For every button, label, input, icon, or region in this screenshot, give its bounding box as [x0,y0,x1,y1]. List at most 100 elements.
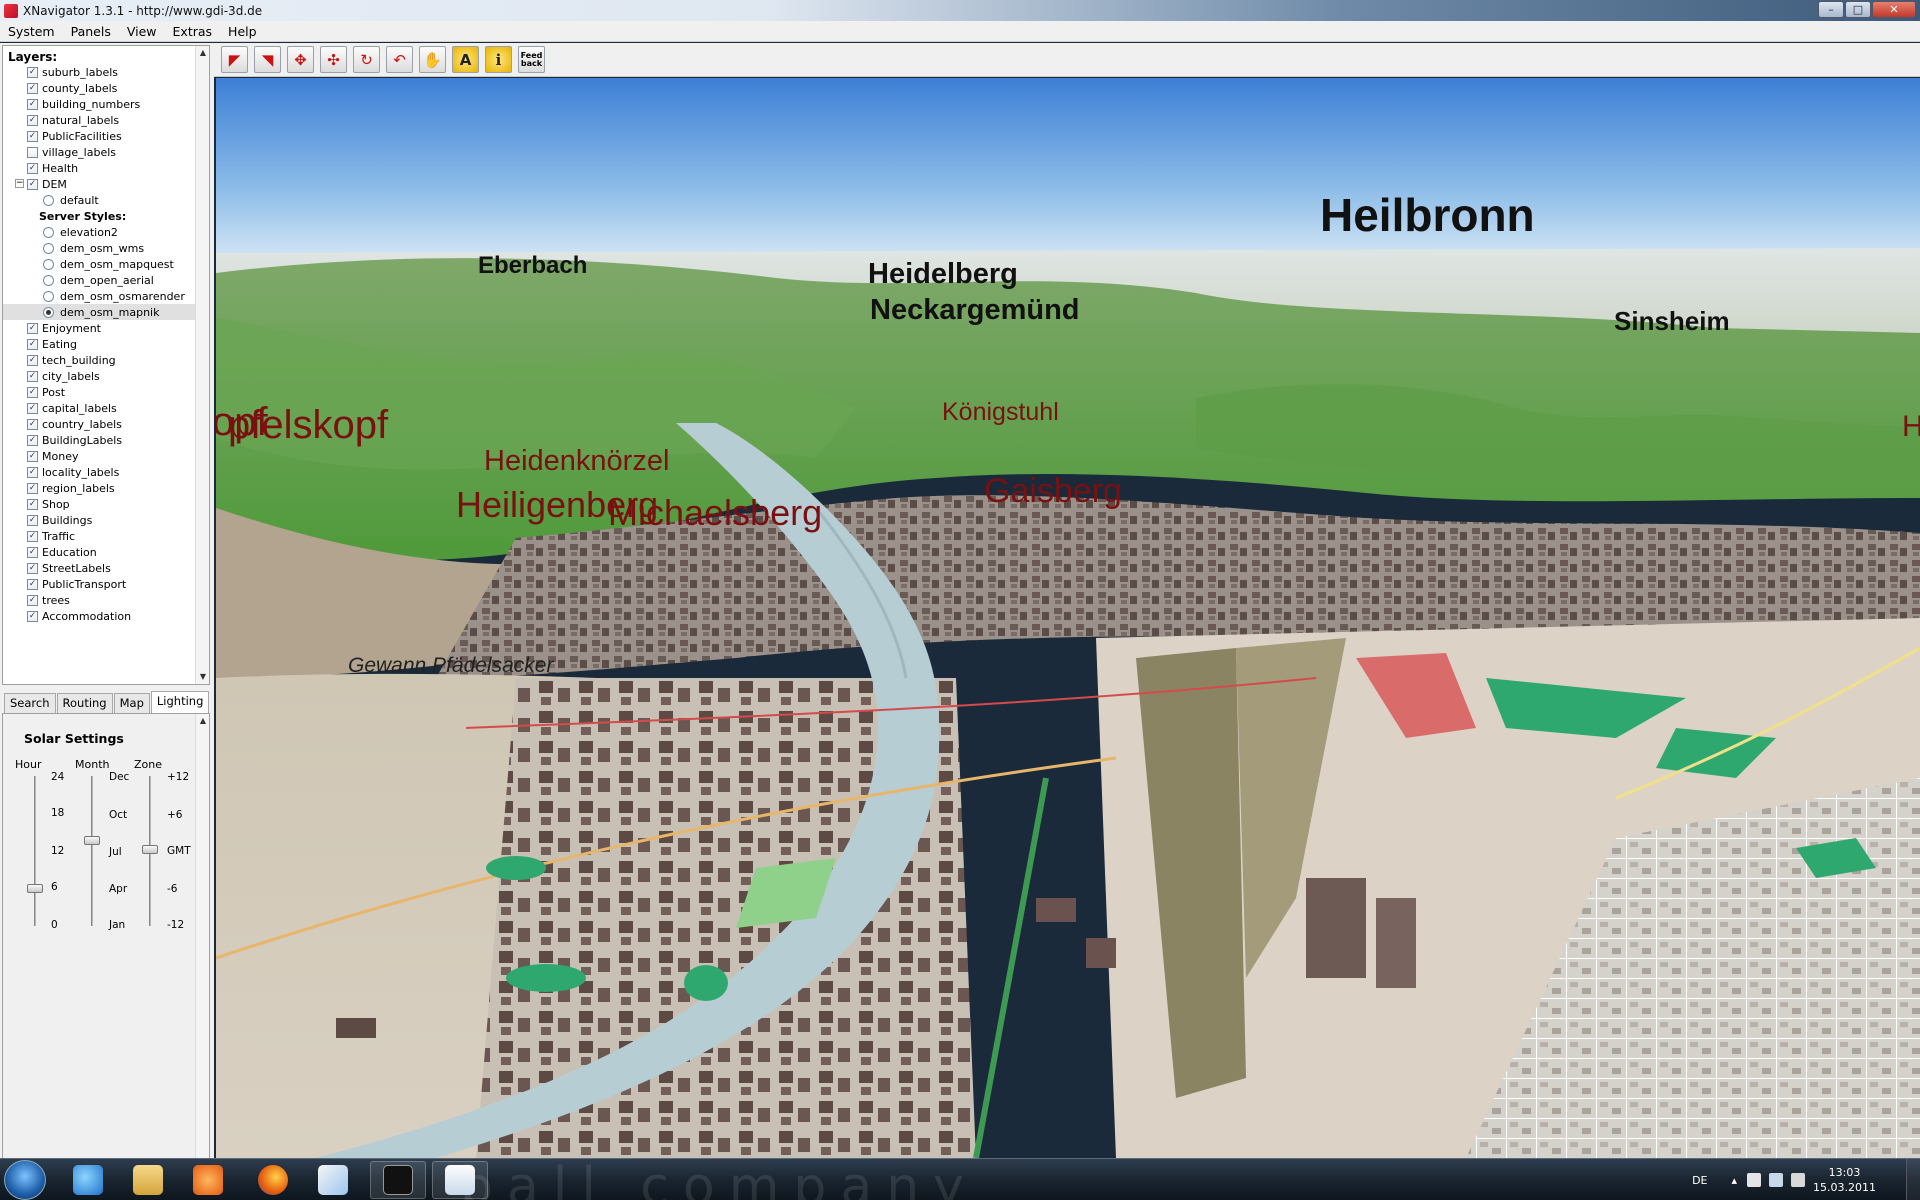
map-label-city[interactable]: Neckargemünd [870,294,1080,327]
dem-style-item[interactable]: dem_open_aerial [3,272,209,288]
layer-checkbox[interactable]: ✓ [27,594,38,606]
month-slider-thumb[interactable] [84,836,100,845]
layer-checkbox[interactable]: ✓ [27,610,38,622]
feedback-button[interactable]: Feed back [518,46,545,73]
map-label-peak[interactable]: pfelskopf [228,403,388,448]
layer-checkbox[interactable]: ✓ [27,578,38,590]
layer-checkbox[interactable]: ✓ [27,466,38,478]
fly-icon[interactable]: ◤ [221,46,248,73]
layer-item[interactable]: ✓ building_numbers [3,96,209,112]
back-icon[interactable]: ↶ [386,46,413,73]
layer-checkbox[interactable]: ✓ [27,402,38,414]
tab-search[interactable]: Search [4,693,56,713]
layer-item[interactable]: ✓ natural_labels [3,112,209,128]
scroll-down-icon[interactable]: ▼ [196,670,210,684]
layer-item[interactable]: ✓ DEM − [3,176,209,192]
network-icon[interactable] [1769,1173,1784,1187]
layer-item[interactable]: ✓ Traffic [3,528,209,544]
dem-style-item[interactable]: elevation2 [3,224,209,240]
map-label-city[interactable]: Sinsheim [1614,306,1730,337]
hand-icon[interactable]: ✋ [419,46,446,73]
layer-checkbox[interactable]: ✓ [27,514,38,526]
tab-map[interactable]: Map [113,693,150,713]
layer-item[interactable]: ✓ Health [3,160,209,176]
layer-item[interactable]: ✓ Money [3,448,209,464]
hour-slider-thumb[interactable] [27,884,43,893]
menu-panels[interactable]: Panels [63,24,119,39]
style-radio[interactable] [43,306,54,318]
layer-checkbox[interactable]: ✓ [27,162,38,174]
style-radio[interactable] [43,290,54,302]
style-radio[interactable] [43,242,54,254]
layer-item[interactable]: ✓ Enjoyment [3,320,209,336]
layer-item[interactable]: ✓ county_labels [3,80,209,96]
layer-checkbox[interactable]: ✓ [27,498,38,510]
layer-checkbox[interactable]: ✓ [27,178,38,190]
scroll-up-icon[interactable]: ▲ [196,46,210,60]
map-label-peak[interactable]: Michaelsberg [608,492,822,534]
layer-checkbox[interactable]: ✓ [27,386,38,398]
style-radio[interactable] [43,274,54,286]
layer-checkbox[interactable] [27,146,38,158]
layer-item[interactable]: ✓ country_labels [3,416,209,432]
layer-checkbox[interactable]: ✓ [27,530,38,542]
move-icon[interactable]: ✥ [287,46,314,73]
firefox-taskbar-icon[interactable] [245,1161,301,1199]
console-taskbar-icon[interactable] [370,1161,426,1199]
label-icon[interactable]: A [452,46,479,73]
show-hidden-icons[interactable]: ▴ [1731,1174,1737,1187]
style-radio[interactable] [43,194,54,206]
layer-item[interactable]: ✓ Education [3,544,209,560]
layer-checkbox[interactable]: ✓ [27,434,38,446]
explorer-taskbar-icon[interactable] [120,1161,176,1199]
menu-help[interactable]: Help [220,24,265,39]
layer-item[interactable]: village_labels [3,144,209,160]
layer-item[interactable]: ✓ locality_labels [3,464,209,480]
ie-taskbar-icon[interactable] [60,1161,116,1199]
language-indicator[interactable]: DE [1692,1174,1707,1187]
map-label-peak[interactable]: Gaisberg [984,472,1122,511]
walk-icon[interactable]: ◥ [254,46,281,73]
pan-icon[interactable]: ✣ [320,46,347,73]
map-label-city[interactable]: Eberbach [478,252,587,280]
dem-style-item[interactable]: default [3,192,209,208]
close-button[interactable]: ✕ [1872,1,1916,18]
flag-icon[interactable] [1747,1173,1762,1187]
style-radio[interactable] [43,226,54,238]
layer-checkbox[interactable]: ✓ [27,130,38,142]
collapse-icon[interactable]: − [15,179,24,188]
layer-item[interactable]: ✓ Post [3,384,209,400]
tab-routing[interactable]: Routing [56,693,113,713]
layer-item[interactable]: ✓ suburb_labels [3,64,209,80]
dem-style-item[interactable]: dem_osm_mapnik [3,304,209,320]
menu-system[interactable]: System [0,24,63,39]
layer-item[interactable]: ✓ tech_building [3,352,209,368]
java-taskbar-icon[interactable] [432,1161,488,1199]
layer-item[interactable]: ✓ Buildings [3,512,209,528]
map-3d-view[interactable]: Heilbronn Eberbach Heidelberg Neckargemü… [216,78,1920,1158]
month-slider-track[interactable] [91,776,93,926]
layer-checkbox[interactable]: ✓ [27,562,38,574]
layer-checkbox[interactable]: ✓ [27,114,38,126]
layer-item[interactable]: ✓ PublicFacilities [3,128,209,144]
layer-item[interactable]: ✓ Eating [3,336,209,352]
scroll-up-icon[interactable]: ▲ [196,714,210,728]
layer-checkbox[interactable]: ✓ [27,482,38,494]
map-label-peak[interactable]: H [1902,410,1920,444]
clock[interactable]: 13:03 15.03.2011 [1813,1165,1876,1195]
layer-item[interactable]: ✓ Accommodation [3,608,209,624]
layer-item[interactable]: ✓ Shop [3,496,209,512]
server-styles-header[interactable]: Server Styles: [3,208,209,224]
layer-checkbox[interactable]: ✓ [27,450,38,462]
lighting-scrollbar[interactable]: ▲ ▼ [195,714,209,1195]
style-radio[interactable] [43,258,54,270]
map-label-city[interactable]: Heilbronn [1320,188,1535,242]
map-label-locality[interactable]: Gewann Pfädelsacker [348,654,553,678]
rotate-icon[interactable]: ↻ [353,46,380,73]
hour-slider-track[interactable] [34,776,36,926]
info-icon[interactable]: i [485,46,512,73]
maximize-button[interactable]: □ [1845,1,1871,18]
layer-item[interactable]: ✓ BuildingLabels [3,432,209,448]
menu-view[interactable]: View [119,24,165,39]
layer-item[interactable]: ✓ PublicTransport [3,576,209,592]
